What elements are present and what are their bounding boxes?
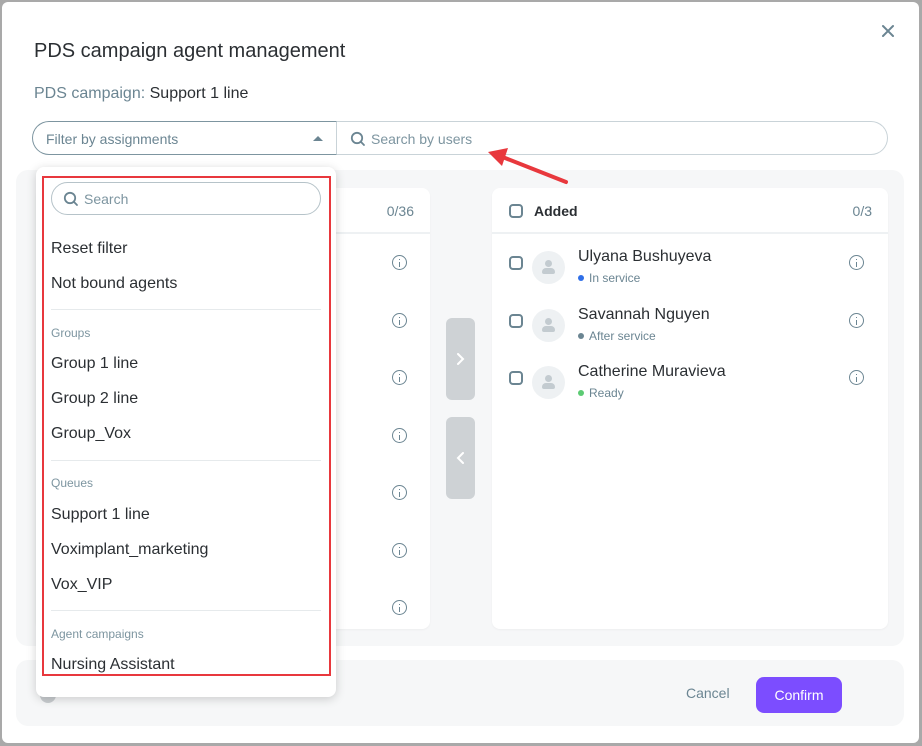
- divider: [51, 460, 321, 461]
- section-label-groups: Groups: [51, 326, 91, 340]
- avatar: [532, 309, 565, 342]
- info-icon[interactable]: [392, 485, 407, 500]
- dropdown-item-queue[interactable]: Vox_VIP: [51, 576, 112, 594]
- info-icon[interactable]: [392, 428, 407, 443]
- info-icon[interactable]: [392, 313, 407, 328]
- info-icon[interactable]: [849, 255, 864, 270]
- divider: [51, 610, 321, 611]
- added-agents-panel: Added 0/3 Ulyana Bushuyeva In service Sa…: [492, 188, 888, 629]
- search-users-placeholder: Search by users: [371, 131, 473, 147]
- search-icon: [63, 191, 78, 206]
- filter-placeholder: Filter by assignments: [46, 131, 179, 147]
- dropdown-search-input[interactable]: Search: [51, 182, 321, 215]
- agent-status: After service: [578, 329, 656, 343]
- added-count: 0/3: [852, 203, 872, 219]
- dropdown-item-queue[interactable]: Voximplant_marketing: [51, 541, 208, 559]
- divider: [51, 309, 321, 310]
- annotation-arrow-icon: [488, 148, 568, 184]
- cancel-button[interactable]: Cancel: [686, 685, 730, 701]
- dropdown-item-not-bound-agents[interactable]: Not bound agents: [51, 275, 177, 293]
- select-all-added-checkbox[interactable]: [509, 204, 523, 218]
- info-icon[interactable]: [392, 255, 407, 270]
- agent-row[interactable]: Savannah Nguyen After service: [492, 302, 888, 360]
- avatar: [532, 366, 565, 399]
- dropdown-item-queue[interactable]: Support 1 line: [51, 506, 150, 524]
- status-dot: [578, 333, 584, 339]
- info-icon[interactable]: [849, 370, 864, 385]
- available-count: 0/36: [386, 203, 414, 219]
- chevron-right-icon: [457, 353, 465, 365]
- modal-title: PDS campaign agent management: [34, 40, 346, 62]
- avatar: [532, 251, 565, 284]
- dropdown-search-placeholder: Search: [84, 191, 129, 207]
- section-label-queues: Queues: [51, 476, 94, 490]
- added-label: Added: [534, 203, 578, 219]
- search-icon: [350, 131, 365, 146]
- info-icon[interactable]: [392, 543, 407, 558]
- info-icon[interactable]: [849, 313, 864, 328]
- dropdown-item-group[interactable]: Group 1 line: [51, 355, 138, 373]
- agent-status: Ready: [578, 386, 624, 400]
- dropdown-item-reset-filter[interactable]: Reset filter: [51, 240, 127, 258]
- agent-status: In service: [578, 271, 640, 285]
- caret-up-icon: [313, 136, 323, 141]
- agent-checkbox[interactable]: [509, 371, 523, 385]
- info-icon[interactable]: [392, 600, 407, 615]
- confirm-button[interactable]: Confirm: [756, 677, 842, 713]
- status-dot: [578, 275, 584, 281]
- added-panel-header: Added 0/3: [492, 188, 888, 234]
- dropdown-item-group[interactable]: Group 2 line: [51, 390, 138, 408]
- agent-name: Savannah Nguyen: [578, 306, 710, 323]
- search-users-input[interactable]: Search by users: [337, 121, 888, 155]
- info-icon[interactable]: [392, 370, 407, 385]
- move-left-button[interactable]: [446, 417, 475, 499]
- agent-row[interactable]: Ulyana Bushuyeva In service: [492, 244, 888, 302]
- agent-row[interactable]: Catherine Muravieva Ready: [492, 359, 888, 417]
- campaign-label: PDS campaign:: [34, 85, 146, 102]
- filter-by-assignments-select[interactable]: Filter by assignments: [32, 121, 337, 155]
- campaign-value: Support 1 line: [149, 85, 249, 102]
- agent-checkbox[interactable]: [509, 314, 523, 328]
- agent-checkbox[interactable]: [509, 256, 523, 270]
- chevron-left-icon: [456, 452, 464, 464]
- campaign-subtitle: PDS campaign: Support 1 line: [34, 85, 248, 103]
- agent-name: Catherine Muravieva: [578, 363, 726, 380]
- close-icon[interactable]: [879, 22, 897, 40]
- status-dot: [578, 390, 584, 396]
- agent-name: Ulyana Bushuyeva: [578, 248, 712, 265]
- dropdown-item-agent-campaign[interactable]: Nursing Assistant: [51, 656, 175, 674]
- section-label-agent-campaigns: Agent campaigns: [51, 627, 144, 641]
- dropdown-item-group[interactable]: Group_Vox: [51, 425, 131, 443]
- assignments-dropdown: Search Reset filter Not bound agents Gro…: [36, 167, 336, 697]
- move-right-button[interactable]: [446, 318, 475, 400]
